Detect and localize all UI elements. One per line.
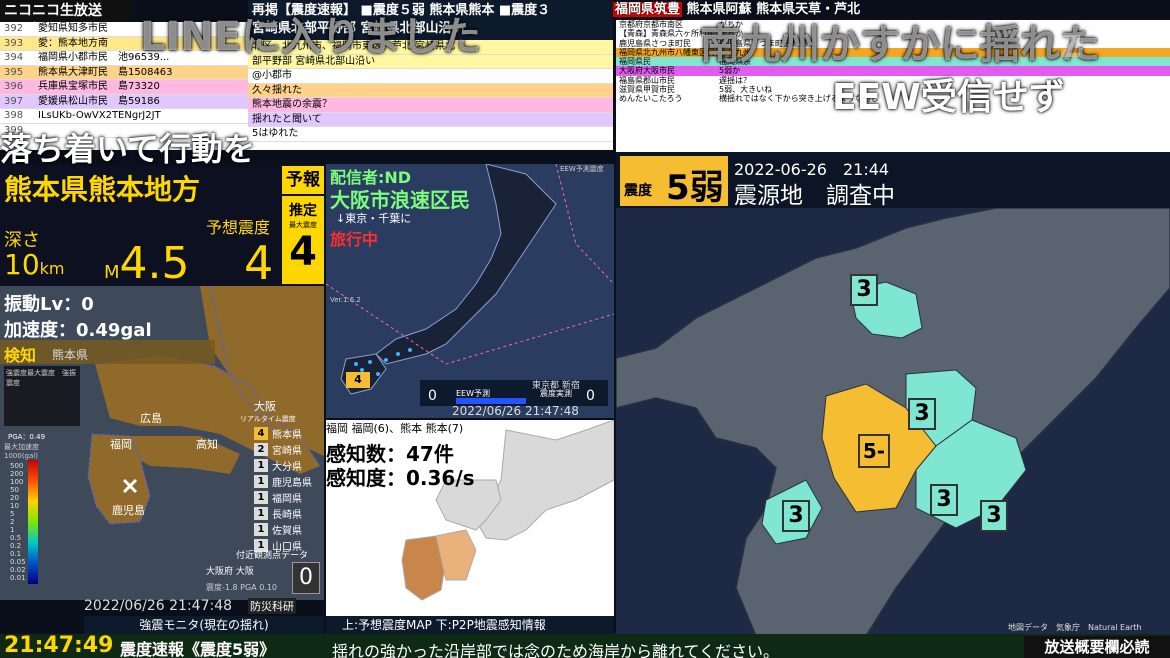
shindo-label: 3: [980, 500, 1008, 532]
scale-tick: 0.2: [10, 542, 22, 550]
eew-predicted-intensity: 4: [244, 236, 274, 290]
badge-value: 5弱: [666, 168, 724, 208]
scale-tick: 200: [10, 470, 24, 478]
detect-label: 検知: [4, 346, 37, 365]
scale-tick: 0.5: [10, 534, 22, 542]
scale-tick: 0.02: [10, 566, 26, 574]
scale-tick: 0.05: [10, 558, 26, 566]
ranking-title: リアルタイム震度: [240, 415, 296, 423]
eew-magnitude: M4.5: [104, 238, 190, 289]
comment-row: 395 熊本県大津町民 島1508463: [0, 65, 248, 80]
estimate-value: 4: [289, 229, 317, 275]
overlay-kyushu-text: 南九州かすかに揺れた: [700, 22, 1100, 68]
scale-tick: 0.1: [10, 550, 22, 558]
scale-tick: 2: [10, 518, 15, 526]
comment-row: 5はゆれた: [248, 127, 613, 142]
ranking-row: 2 宮崎県: [254, 442, 324, 457]
kmoni-time: 2022/06/26 21:47:48: [84, 598, 233, 614]
detect-pref: 熊本県: [52, 348, 89, 362]
map-caption: 上:予想震度MAP 下:P2P地震感知情報: [326, 616, 614, 634]
city-label: 大阪: [254, 400, 276, 413]
overlay-calm-text: 落ち着いて行動を: [0, 130, 256, 168]
eew-estimate-tag: 推定 最大震度 4: [282, 196, 324, 284]
comment-row: 熊本地震の余震？: [248, 98, 613, 113]
scale-tick: 20: [10, 494, 19, 502]
shindo-map: [616, 208, 1170, 636]
city-label: 広島: [140, 412, 162, 425]
eew-forecast-tag: 予報: [282, 166, 324, 194]
eew-time: 2022/06/26 21:47:48: [452, 404, 579, 418]
shindo-map-svg: [616, 208, 1170, 636]
shindo-badge: 震度 5弱: [620, 156, 728, 208]
eew-panel-title: EEW予測震度: [560, 165, 604, 173]
pga-label: PGA：0.49: [8, 433, 46, 441]
kmoni-legend: 強震度最大震度 強振震度: [4, 366, 80, 426]
scale-tick: 100: [10, 478, 24, 486]
kmoni-caption: 強震モニタ(現在の揺れ): [84, 616, 324, 634]
bosai-logo: 防災科研: [248, 598, 296, 614]
eew-pred-label: 予想震度: [206, 218, 271, 237]
acceleration-scale-bar: [28, 460, 38, 584]
shindo-label: 3: [930, 484, 958, 516]
ranking-row: 1 大分県: [254, 458, 324, 473]
sender-location: 大阪市浪速区民: [330, 188, 470, 212]
eew-provider: 東京都 新宿: [532, 381, 580, 391]
shindo-label: 3: [850, 274, 878, 306]
comment-row: 久々揺れた: [248, 83, 613, 98]
eew-depth: 10km: [4, 248, 65, 281]
ranking-row: 1 長崎県: [254, 506, 324, 521]
comment-row: 398 ILsUKb-OwVX2TENgrJ2JT: [0, 109, 248, 124]
ranking-row: 1 福岡県: [254, 490, 324, 505]
shindo-label: 5-: [858, 434, 890, 468]
station-label: 付近観測点データ: [236, 551, 309, 561]
sender-note: ↓東京・千葉に: [336, 212, 412, 225]
acceleration: 加速度：0.49gal: [4, 320, 152, 341]
comment-row: 揺れたと聞いて: [248, 112, 613, 127]
scale-tick: 5: [10, 510, 15, 518]
eew-pred-count: 0: [428, 388, 437, 404]
scale-tick: 50: [10, 486, 19, 494]
notice-badge: 放送概要欄必読: [1024, 636, 1170, 658]
sender-status: 旅行中: [330, 230, 379, 249]
shindo-label: 3: [782, 500, 810, 532]
overlay-line-text: LINEに入りました: [140, 14, 482, 60]
badge-label: 震度: [624, 183, 652, 199]
city-label: 高知: [196, 438, 218, 451]
app-version: Ver.1.6.2: [330, 296, 361, 304]
map-credit: 地図データ 気象庁 Natural Earth: [1008, 623, 1142, 632]
bulletin-message: 揺れの強かった沿岸部では念のため海岸から離れてください。: [332, 642, 780, 658]
station-intensity: 0: [292, 562, 320, 594]
vibration-level: 振動Lv：0: [4, 294, 94, 315]
scale-tick: 0.01: [10, 574, 26, 582]
comment-row: @小郡市: [248, 69, 613, 84]
station-info: 震度-1.8 PGA 0.10: [206, 583, 278, 592]
eew-actual-count: 0: [586, 388, 595, 404]
station-name: 大阪府 大阪: [206, 567, 254, 577]
ticker-highlight: 福岡県筑豊: [613, 2, 683, 17]
city-label: 福岡: [110, 438, 132, 451]
epicenter-status: 震源地 調査中: [734, 183, 895, 209]
current-time: 21:47:49: [4, 633, 114, 658]
shindo-label: 3: [908, 398, 936, 430]
estimate-label: 推定: [289, 203, 317, 219]
epicenter-intensity-marker: 4: [346, 372, 370, 388]
p2p-degree: 感知度：0.36/s: [326, 466, 475, 490]
broadcast-logo: ニコニコ生放送 PECO Hlay: [0, 0, 130, 29]
scale-tick: 500: [10, 462, 24, 470]
comment-row: 397 愛媛県松山市民 島59186: [0, 94, 248, 109]
scale-title: 最大加速度 1000(gal): [4, 443, 39, 460]
ranking-row: 1 佐賀県: [254, 522, 324, 537]
scale-tick: 10: [10, 502, 19, 510]
ranking-row: 1 鹿児島県: [254, 474, 324, 489]
overlay-eew-text: EEW受信せず: [832, 77, 1065, 118]
corner-logo: Z: [1060, 30, 1082, 65]
eew-region: 熊本県熊本地方: [4, 173, 201, 206]
city-label: 鹿児島: [112, 504, 145, 517]
bulletin-label: 震度速報《震度5弱》: [120, 640, 276, 658]
comment-row: 396 兵庫県宝塚市民 島73320: [0, 80, 248, 95]
ranking-row: 4 熊本県: [254, 426, 324, 441]
scale-tick: 1: [10, 526, 15, 534]
p2p-region-list: 福岡 福岡(6)、熊本 熊本(7): [326, 422, 464, 435]
